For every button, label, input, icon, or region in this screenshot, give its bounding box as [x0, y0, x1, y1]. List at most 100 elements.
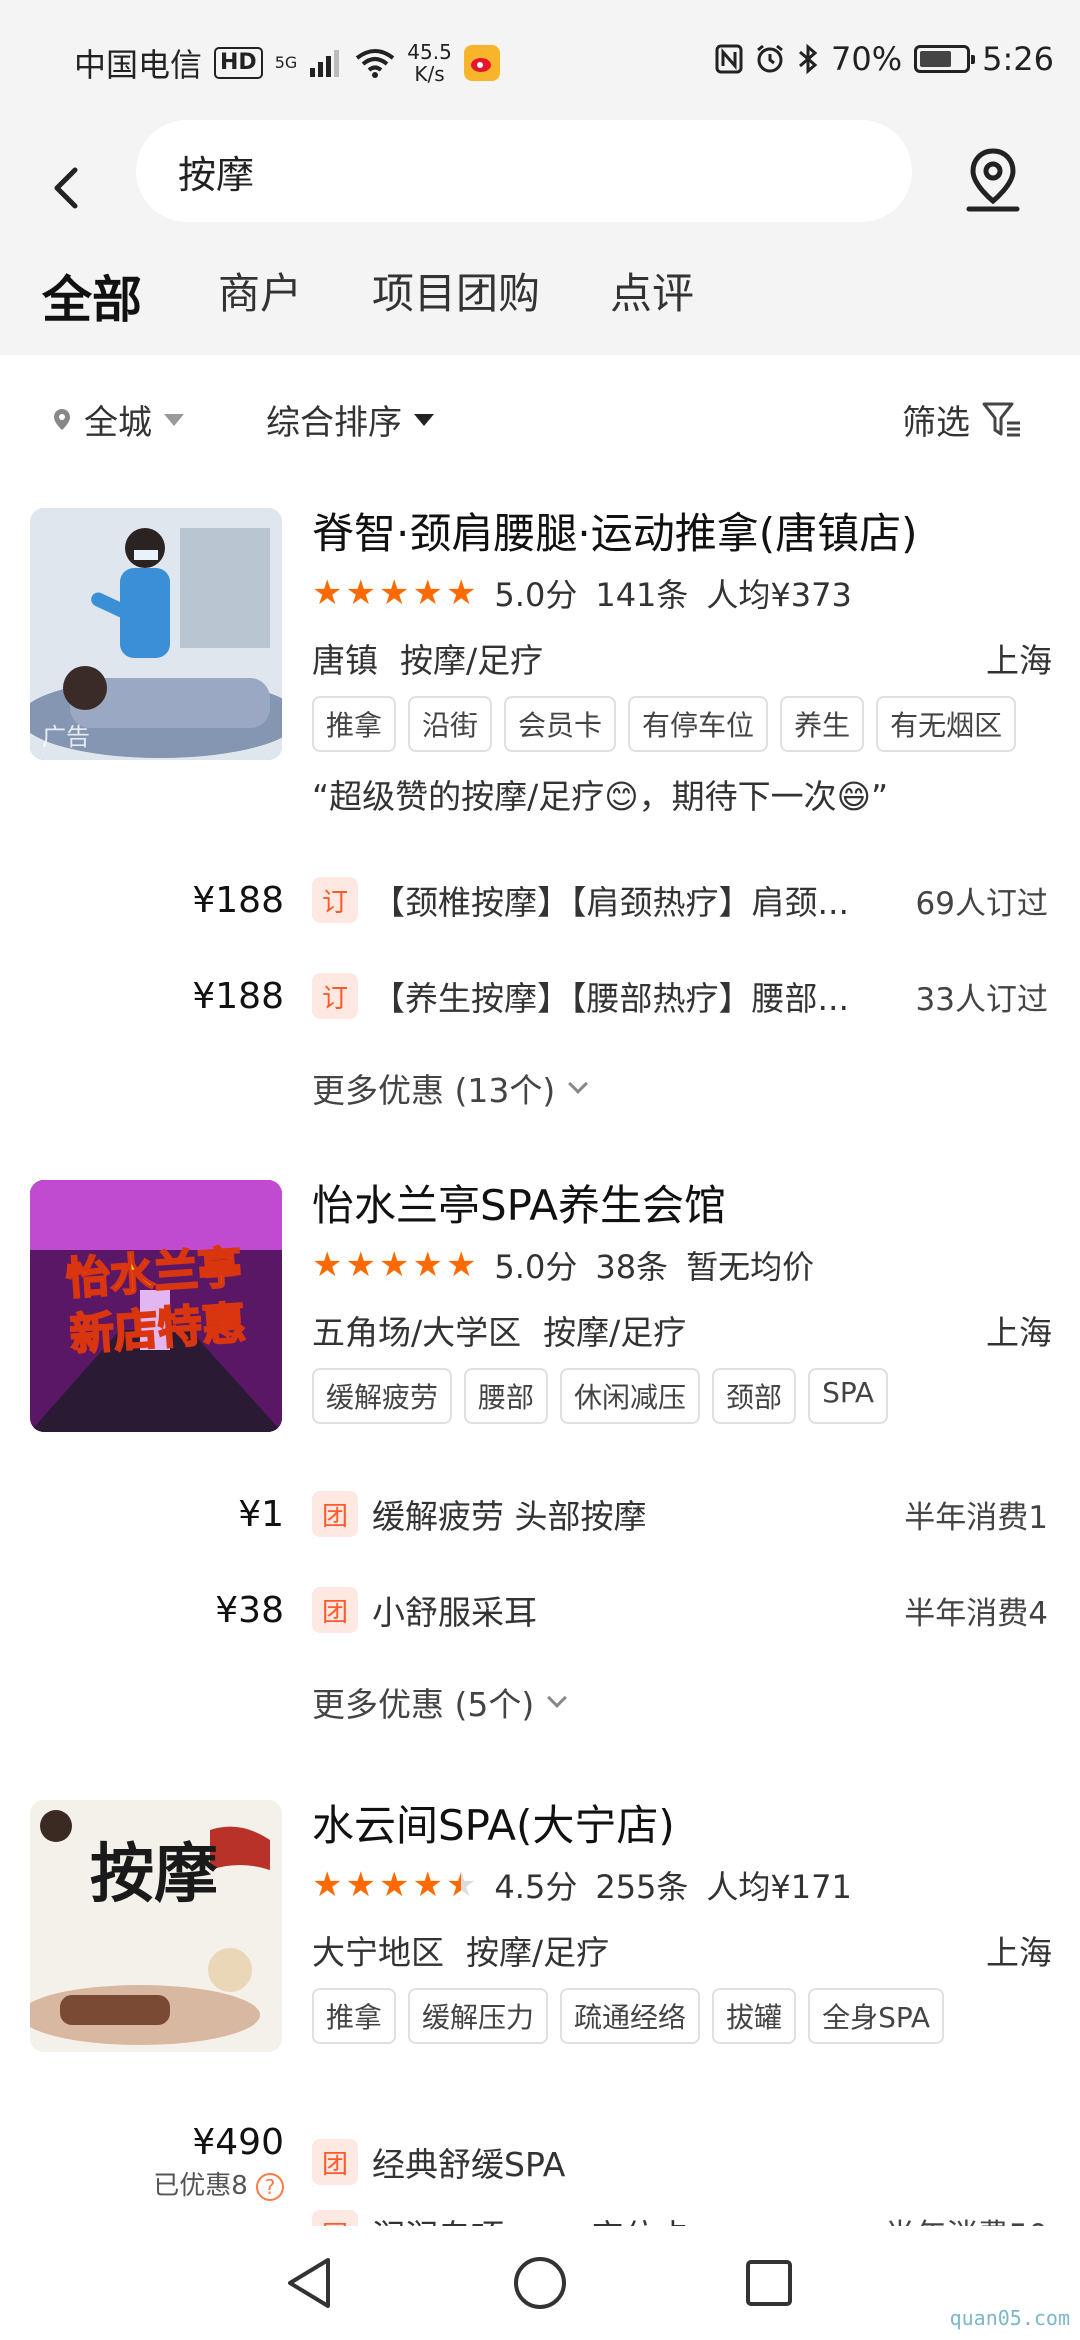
poster-text: 按摩 — [90, 1837, 218, 1912]
star-icon: ★ — [378, 1245, 410, 1285]
nfc-icon — [715, 44, 743, 74]
half-star-icon: ★ — [445, 1865, 477, 1905]
nav-recents-button[interactable] — [734, 2248, 804, 2318]
average-price: 人均¥373 — [706, 576, 852, 614]
deal-stat: 33人订过 — [915, 981, 1048, 1018]
tab-label: 全部 — [42, 271, 142, 329]
star-icon: ★ — [445, 573, 477, 613]
map-location-button[interactable] — [960, 142, 1026, 218]
star-icon: ★ — [412, 1865, 443, 1905]
tag: 休闲减压 — [560, 1368, 701, 1424]
rating-score: 5.0分 — [494, 576, 578, 614]
speed-unit: K/s — [414, 62, 445, 86]
average-price: 人均¥171 — [706, 1868, 852, 1906]
watermark: quan05.com — [949, 2306, 1070, 2330]
star-icon: ★ — [312, 1865, 343, 1905]
review-quote: “超级赞的按摩/足疗😊，期待下一次😄” — [312, 777, 889, 816]
star-icon: ★ — [445, 1245, 477, 1285]
tab-group-deals[interactable]: 项目团购 — [372, 260, 540, 332]
star-rating: ★ ★ ★ ★ ★ — [312, 1868, 476, 1902]
caret-down-icon — [414, 413, 434, 426]
location-pin-icon — [966, 148, 1020, 212]
merchant-thumbnail[interactable]: 广告 — [30, 508, 282, 760]
business-category: 按摩/足疗 — [543, 1313, 687, 1352]
tag-list: 推拿 缓解压力 疏通经络 拔罐 全身SPA — [312, 1988, 1052, 2044]
funnel-icon — [982, 402, 1020, 436]
discount-note-text: 已优惠8 — [153, 2171, 248, 2201]
more-deals-button[interactable]: 更多优惠 (5个) — [312, 1678, 568, 1726]
deal-title: 小舒服采耳 — [372, 1593, 537, 1632]
business-category: 按摩/足疗 — [400, 641, 544, 680]
rating-score: 4.5分 — [494, 1868, 578, 1906]
star-icon: ★ — [378, 573, 410, 613]
tag: 全身SPA — [808, 1988, 945, 2044]
status-bar: 中国电信 HD 5G 45.5 K/s 70% 5:26 — [0, 0, 1080, 120]
deal-price: ¥188 — [192, 879, 284, 921]
review-count: 38条 — [595, 1248, 669, 1286]
more-deals-label: 更多优惠 (5个) — [312, 1685, 535, 1724]
merchant-thumbnail[interactable]: 怡水兰亭 新店特惠 — [30, 1180, 282, 1432]
tag: 拔罐 — [712, 1988, 797, 2044]
area-filter[interactable]: 全城 — [52, 395, 184, 444]
sort-filter[interactable]: 综合排序 — [266, 395, 434, 444]
rating-row: ★ ★ ★ ★ ★ 5.0分 38条 暂无均价 — [312, 1242, 1052, 1288]
merchant-thumbnail[interactable]: 按摩 — [30, 1800, 282, 2052]
caret-down-icon — [164, 413, 184, 426]
group-deal-badge: 团 — [312, 1491, 358, 1537]
star-icon: ★ — [345, 1245, 376, 1285]
business-category: 按摩/足疗 — [466, 1933, 610, 1972]
merchant-name: 怡水兰亭SPA养生会馆 — [312, 1181, 727, 1230]
merchant-name: 脊智·颈肩腰腿·运动推拿(唐镇店) — [312, 509, 918, 558]
battery-percent: 70% — [831, 40, 903, 78]
deal-row[interactable]: ¥38 团 小舒服采耳 半年消费4 — [0, 1580, 1080, 1640]
tab-all[interactable]: 全部 — [42, 260, 142, 334]
promo-text: 怡水兰亭 新店特惠 — [30, 1237, 282, 1366]
tag: 养生 — [780, 696, 865, 752]
tab-label: 项目团购 — [372, 269, 541, 318]
triangle-back-icon — [288, 2258, 330, 2308]
weibo-icon — [463, 45, 500, 81]
group-deal-badge: 团 — [312, 1587, 358, 1633]
deal-stat: 69人订过 — [915, 885, 1048, 922]
filter-button[interactable]: 筛选 — [902, 395, 1022, 444]
deal-row[interactable]: ¥1 团 缓解疲劳 头部按摩 半年消费1 — [0, 1484, 1080, 1544]
deal-row[interactable]: ¥490 已优惠8 ? 团 经典舒缓SPA — [0, 2122, 1080, 2202]
tab-label: 点评 — [610, 269, 695, 318]
nav-back-button[interactable] — [274, 2248, 344, 2318]
search-query: 按摩 — [178, 152, 255, 197]
tag: 会员卡 — [504, 696, 617, 752]
star-rating: ★ ★ ★ ★ ★ — [312, 576, 476, 610]
deal-stat: 半年消费4 — [904, 1595, 1048, 1632]
area-filter-label: 全城 — [84, 403, 152, 443]
tag: 缓解疲劳 — [312, 1368, 453, 1424]
tab-reviews[interactable]: 点评 — [610, 260, 694, 332]
tag: 推拿 — [312, 1988, 397, 2044]
business-area: 五角场/大学区 — [312, 1313, 522, 1352]
chevron-down-icon — [547, 1688, 568, 1708]
discount-note: 已优惠8 ? — [153, 2165, 284, 2202]
merchant-name: 水云间SPA(大宁店) — [312, 1801, 675, 1850]
review-count: 141条 — [595, 576, 689, 614]
deal-price: ¥1 — [238, 1493, 284, 1535]
more-deals-button[interactable]: 更多优惠 (13个) — [312, 1064, 589, 1112]
search-input[interactable]: 按摩 — [136, 120, 912, 222]
back-button[interactable] — [40, 148, 92, 228]
average-price: 暂无均价 — [686, 1248, 815, 1286]
hd-icon: HD — [214, 47, 263, 79]
review-count: 255条 — [595, 1868, 689, 1906]
tab-merchants[interactable]: 商户 — [218, 260, 302, 332]
deal-price: ¥188 — [192, 975, 284, 1017]
result-tabs: 全部 商户 项目团购 点评 — [42, 260, 764, 334]
tag: 颈部 — [712, 1368, 797, 1424]
meta-row: 五角场/大学区 按摩/足疗 上海 — [312, 1306, 1052, 1354]
deal-title: 【养生按摩】【腰部热疗】腰部... — [372, 979, 849, 1018]
merchant-info: 水云间SPA(大宁店) ★ ★ ★ ★ ★ 4.5分 255条 人均¥171 大宁地区 … — [312, 1800, 1052, 2044]
help-icon[interactable]: ? — [256, 2173, 284, 2201]
meta-row: 大宁地区 按摩/足疗 上海 — [312, 1926, 1052, 1974]
deal-row[interactable]: ¥188 订 【颈椎按摩】【肩颈热疗】肩颈... 69人订过 — [0, 870, 1080, 930]
chevron-down-icon — [568, 1074, 589, 1094]
booking-badge: 订 — [312, 973, 358, 1019]
tag: 腰部 — [464, 1368, 549, 1424]
deal-row[interactable]: ¥188 订 【养生按摩】【腰部热疗】腰部... 33人订过 — [0, 966, 1080, 1026]
nav-home-button[interactable] — [505, 2248, 575, 2318]
